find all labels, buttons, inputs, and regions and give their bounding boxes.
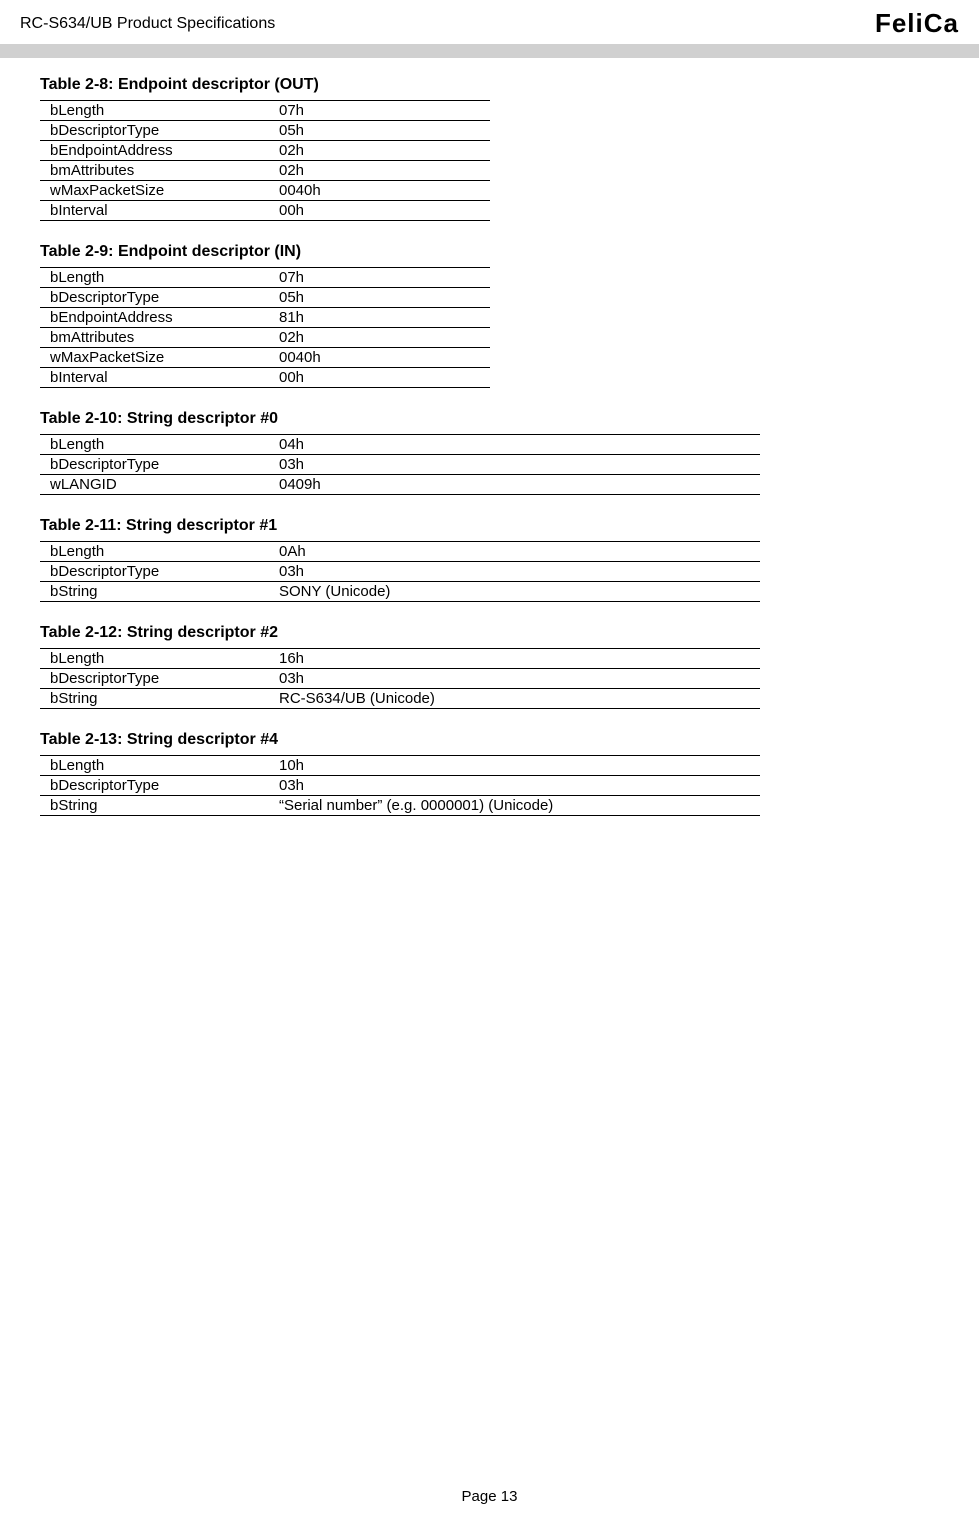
table-row: bInterval00h (40, 201, 490, 221)
table-2-12: Table 2-12: String descriptor #2 bLength… (40, 624, 939, 709)
cell-val: 07h (269, 101, 490, 121)
table-row: bString“Serial number” (e.g. 0000001) (U… (40, 796, 760, 816)
table-row: bLength16h (40, 649, 760, 669)
table-row: bDescriptorType03h (40, 562, 760, 582)
table-row: bLength10h (40, 756, 760, 776)
cell-val: 0Ah (269, 542, 760, 562)
cell-key: bDescriptorType (40, 455, 269, 475)
page-footer: Page 13 (0, 1478, 979, 1525)
cell-val: 03h (269, 562, 760, 582)
cell-key: bmAttributes (40, 161, 269, 181)
cell-val: 81h (269, 308, 490, 328)
cell-key: bLength (40, 649, 269, 669)
cell-key: bDescriptorType (40, 776, 269, 796)
table-row: wMaxPacketSize0040h (40, 348, 490, 368)
page: RC-S634/UB Product Specifications FeliCa… (0, 0, 979, 1525)
cell-key: bString (40, 582, 269, 602)
table-caption: Table 2-9: Endpoint descriptor (IN) (40, 243, 939, 261)
table-row: bLength07h (40, 101, 490, 121)
cell-key: bmAttributes (40, 328, 269, 348)
cell-val: RC-S634/UB (Unicode) (269, 689, 760, 709)
cell-val: 00h (269, 368, 490, 388)
table-row: bDescriptorType05h (40, 288, 490, 308)
page-header: RC-S634/UB Product Specifications FeliCa (0, 0, 979, 44)
cell-val: 16h (269, 649, 760, 669)
cell-val: 0040h (269, 348, 490, 368)
cell-val: 0040h (269, 181, 490, 201)
header-divider (0, 44, 979, 58)
cell-key: wMaxPacketSize (40, 348, 269, 368)
cell-key: bLength (40, 101, 269, 121)
cell-key: bString (40, 689, 269, 709)
table-2-13: Table 2-13: String descriptor #4 bLength… (40, 731, 939, 816)
cell-val: 02h (269, 328, 490, 348)
table-row: bStringRC-S634/UB (Unicode) (40, 689, 760, 709)
cell-val: 00h (269, 201, 490, 221)
table-caption: Table 2-12: String descriptor #2 (40, 624, 939, 642)
cell-key: bEndpointAddress (40, 308, 269, 328)
cell-key: bEndpointAddress (40, 141, 269, 161)
cell-key: bDescriptorType (40, 121, 269, 141)
cell-key: bDescriptorType (40, 288, 269, 308)
cell-key: wMaxPacketSize (40, 181, 269, 201)
cell-key: bInterval (40, 368, 269, 388)
table-row: bInterval00h (40, 368, 490, 388)
table-2-9: Table 2-9: Endpoint descriptor (IN) bLen… (40, 243, 939, 388)
descriptor-table: bLength04h bDescriptorType03h wLANGID040… (40, 434, 760, 495)
cell-val: 10h (269, 756, 760, 776)
descriptor-table: bLength07h bDescriptorType05h bEndpointA… (40, 267, 490, 388)
table-row: bStringSONY (Unicode) (40, 582, 760, 602)
cell-val: 02h (269, 141, 490, 161)
descriptor-table: bLength16h bDescriptorType03h bStringRC-… (40, 648, 760, 709)
table-row: bDescriptorType03h (40, 776, 760, 796)
table-2-8: Table 2-8: Endpoint descriptor (OUT) bLe… (40, 76, 939, 221)
descriptor-table: bLength07h bDescriptorType05h bEndpointA… (40, 100, 490, 221)
table-caption: Table 2-10: String descriptor #0 (40, 410, 939, 428)
cell-val: 07h (269, 268, 490, 288)
cell-key: wLANGID (40, 475, 269, 495)
content-area: Table 2-8: Endpoint descriptor (OUT) bLe… (0, 76, 979, 816)
table-row: bmAttributes02h (40, 328, 490, 348)
table-row: bLength07h (40, 268, 490, 288)
table-2-10: Table 2-10: String descriptor #0 bLength… (40, 410, 939, 495)
cell-val: 05h (269, 288, 490, 308)
felica-logo: FeliCa (875, 8, 959, 39)
table-row: bDescriptorType03h (40, 669, 760, 689)
table-row: bEndpointAddress81h (40, 308, 490, 328)
cell-val: 02h (269, 161, 490, 181)
descriptor-table: bLength10h bDescriptorType03h bString“Se… (40, 755, 760, 816)
table-row: bEndpointAddress02h (40, 141, 490, 161)
cell-key: bLength (40, 268, 269, 288)
cell-val: 0409h (269, 475, 760, 495)
cell-val: 03h (269, 669, 760, 689)
table-row: wLANGID0409h (40, 475, 760, 495)
table-row: bDescriptorType05h (40, 121, 490, 141)
table-row: wMaxPacketSize0040h (40, 181, 490, 201)
table-row: bmAttributes02h (40, 161, 490, 181)
cell-val: 03h (269, 455, 760, 475)
table-caption: Table 2-11: String descriptor #1 (40, 517, 939, 535)
cell-key: bString (40, 796, 269, 816)
table-2-11: Table 2-11: String descriptor #1 bLength… (40, 517, 939, 602)
cell-val: 05h (269, 121, 490, 141)
cell-key: bLength (40, 756, 269, 776)
cell-val: 03h (269, 776, 760, 796)
table-row: bLength04h (40, 435, 760, 455)
table-row: bDescriptorType03h (40, 455, 760, 475)
cell-key: bDescriptorType (40, 669, 269, 689)
table-row: bLength0Ah (40, 542, 760, 562)
cell-key: bInterval (40, 201, 269, 221)
product-title: RC-S634/UB Product Specifications (20, 15, 275, 33)
cell-val: “Serial number” (e.g. 0000001) (Unicode) (269, 796, 760, 816)
table-caption: Table 2-13: String descriptor #4 (40, 731, 939, 749)
cell-key: bLength (40, 435, 269, 455)
cell-val: 04h (269, 435, 760, 455)
cell-key: bDescriptorType (40, 562, 269, 582)
descriptor-table: bLength0Ah bDescriptorType03h bStringSON… (40, 541, 760, 602)
table-caption: Table 2-8: Endpoint descriptor (OUT) (40, 76, 939, 94)
cell-key: bLength (40, 542, 269, 562)
cell-val: SONY (Unicode) (269, 582, 760, 602)
